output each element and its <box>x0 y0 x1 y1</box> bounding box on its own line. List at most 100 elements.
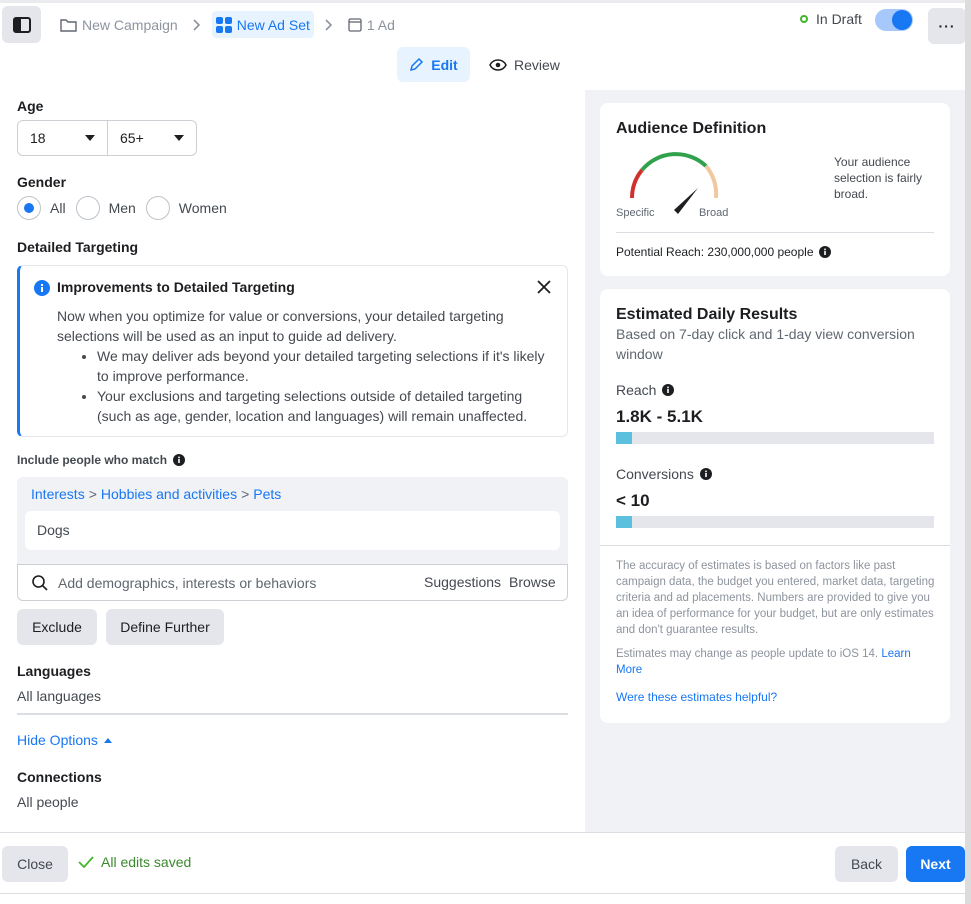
back-button[interactable]: Back <box>835 846 898 882</box>
tab-edit[interactable]: Edit <box>397 47 470 82</box>
include-box: Interests > Hobbies and activities > Pets Do… <box>17 477 568 601</box>
tab-review-label: Review <box>514 56 560 73</box>
card-divider <box>600 545 950 546</box>
suggestions-link[interactable]: Suggestions <box>424 574 501 590</box>
estimates-subtitle: Based on 7-day click and 1-day view conv… <box>616 326 915 362</box>
define-further-label: Define Further <box>120 619 210 635</box>
conversions-bar <box>616 516 934 528</box>
radio-men[interactable] <box>75 196 100 220</box>
detailed-targeting-label: Detailed Targeting <box>17 239 139 255</box>
gauge-specific-label: Specific <box>616 207 655 219</box>
caret-down-icon <box>85 135 95 141</box>
info-icon <box>34 280 50 296</box>
radio-all[interactable] <box>17 196 41 220</box>
path-interests[interactable]: Interests <box>31 486 85 502</box>
ellipsis-icon: ··· <box>938 18 956 34</box>
caret-down-icon <box>174 135 184 141</box>
browse-link[interactable]: Browse <box>509 574 556 590</box>
status-dot-icon <box>800 15 808 23</box>
potential-reach: Potential Reach: 230,000,000 people <box>616 245 831 259</box>
close-label: Close <box>17 856 53 872</box>
gender-label: Gender <box>17 174 67 190</box>
age-min-value: 18 <box>30 130 46 146</box>
breadcrumb-campaign[interactable]: New Campaign <box>56 11 182 38</box>
scrollbar[interactable] <box>965 0 971 904</box>
draft-toggle[interactable] <box>875 9 913 31</box>
audience-card: Audience Definition Specific Broad Your … <box>600 103 950 276</box>
ios-note-text: Estimates may change as people update to… <box>616 648 879 660</box>
languages-value[interactable]: All languages <box>17 688 101 704</box>
card-divider <box>616 232 934 233</box>
path-hobbies[interactable]: Hobbies and activities <box>101 486 237 502</box>
notice-text: Now when you optimize for value or conve… <box>57 308 504 344</box>
breadcrumb-ad[interactable]: 1 Ad <box>344 11 399 38</box>
radio-women[interactable] <box>145 196 170 220</box>
close-icon[interactable] <box>537 280 551 294</box>
more-options-button[interactable]: ··· <box>928 8 966 44</box>
reach-label-text: Reach <box>616 382 657 398</box>
connections-value[interactable]: All people <box>17 794 79 810</box>
gauge-broad-label: Broad <box>699 207 729 219</box>
gender-men-label: Men <box>108 200 136 216</box>
tab-edit-label: Edit <box>431 56 458 73</box>
targeting-panel: Age 18 65+ Gender All Men Women Detailed… <box>0 90 585 832</box>
top-edge-line <box>0 0 971 3</box>
gender-women[interactable]: Women <box>145 196 227 220</box>
gender-men[interactable]: Men <box>75 196 136 220</box>
helpful-link[interactable]: Were these estimates helpful? <box>616 690 777 704</box>
info-icon[interactable] <box>699 468 712 480</box>
search-input[interactable]: Add demographics, interests or behaviors <box>58 575 316 591</box>
ad-icon <box>348 17 362 32</box>
path-pets[interactable]: Pets <box>253 486 281 502</box>
notice-bullet: Your exclusions and targeting selections… <box>97 386 552 426</box>
close-button[interactable]: Close <box>2 846 68 882</box>
exclude-button[interactable]: Exclude <box>17 609 97 645</box>
age-label: Age <box>17 98 44 114</box>
gender-women-label: Women <box>178 200 227 216</box>
reach-bar <box>616 432 934 444</box>
age-min-select[interactable]: 18 <box>18 121 107 155</box>
draft-status: In Draft <box>800 11 862 27</box>
pencil-icon <box>410 57 424 72</box>
tab-review[interactable]: Review <box>489 47 560 82</box>
notice-bullet: We may deliver ads beyond your detailed … <box>97 346 552 386</box>
status-text: In Draft <box>816 11 862 27</box>
gender-all[interactable]: All <box>17 196 66 220</box>
include-label: Include people who match <box>17 453 186 467</box>
breadcrumb-ad-set-label: New Ad Set <box>236 16 310 33</box>
save-status-text: All edits saved <box>101 854 192 870</box>
breadcrumb: New Campaign New Ad Set 1 Ad <box>56 11 399 38</box>
info-icon[interactable] <box>662 384 675 396</box>
conversions-label-text: Conversions <box>616 466 694 482</box>
results-panel: Audience Definition Specific Broad Your … <box>585 90 965 832</box>
breadcrumb-ad-set[interactable]: New Ad Set <box>211 11 314 38</box>
reach-label: Reach <box>616 382 675 398</box>
next-label: Next <box>920 856 951 872</box>
next-button[interactable]: Next <box>906 846 965 882</box>
back-label: Back <box>850 856 883 872</box>
audience-title: Audience Definition <box>616 120 767 137</box>
selected-interest[interactable]: Dogs <box>25 511 560 550</box>
notice-title: Improvements to Detailed Targeting <box>57 279 295 295</box>
hide-options-label: Hide Options <box>17 732 98 748</box>
define-further-button[interactable]: Define Further <box>106 609 224 645</box>
chevron-right-icon <box>188 18 206 31</box>
info-icon[interactable] <box>173 454 186 466</box>
include-text: Include people who match <box>17 453 168 467</box>
checkmark-icon <box>78 856 94 868</box>
interest-search[interactable]: Add demographics, interests or behaviors… <box>17 564 568 601</box>
ios-note: Estimates may change as people update to… <box>616 646 938 678</box>
age-max-select[interactable]: 65+ <box>107 121 196 155</box>
targeting-notice: Improvements to Detailed Targeting Now w… <box>17 265 568 437</box>
reach-value: 1.8K - 5.1K <box>616 407 703 426</box>
hide-options-link[interactable]: Hide Options <box>17 732 112 748</box>
interest-path: Interests > Hobbies and activities > Pets <box>31 486 281 502</box>
audience-description: Your audience selection is fairly broad. <box>834 155 923 201</box>
estimates-card: Estimated Daily Results Based on 7-day c… <box>600 289 950 723</box>
top-bar: New Campaign New Ad Set 1 Ad In Draft ··… <box>0 0 971 90</box>
toggle-knob <box>892 10 912 30</box>
divider <box>17 713 568 715</box>
potential-reach-text: Potential Reach: 230,000,000 people <box>616 245 814 259</box>
sidebar-toggle-button[interactable] <box>2 6 41 43</box>
info-icon[interactable] <box>818 246 831 258</box>
